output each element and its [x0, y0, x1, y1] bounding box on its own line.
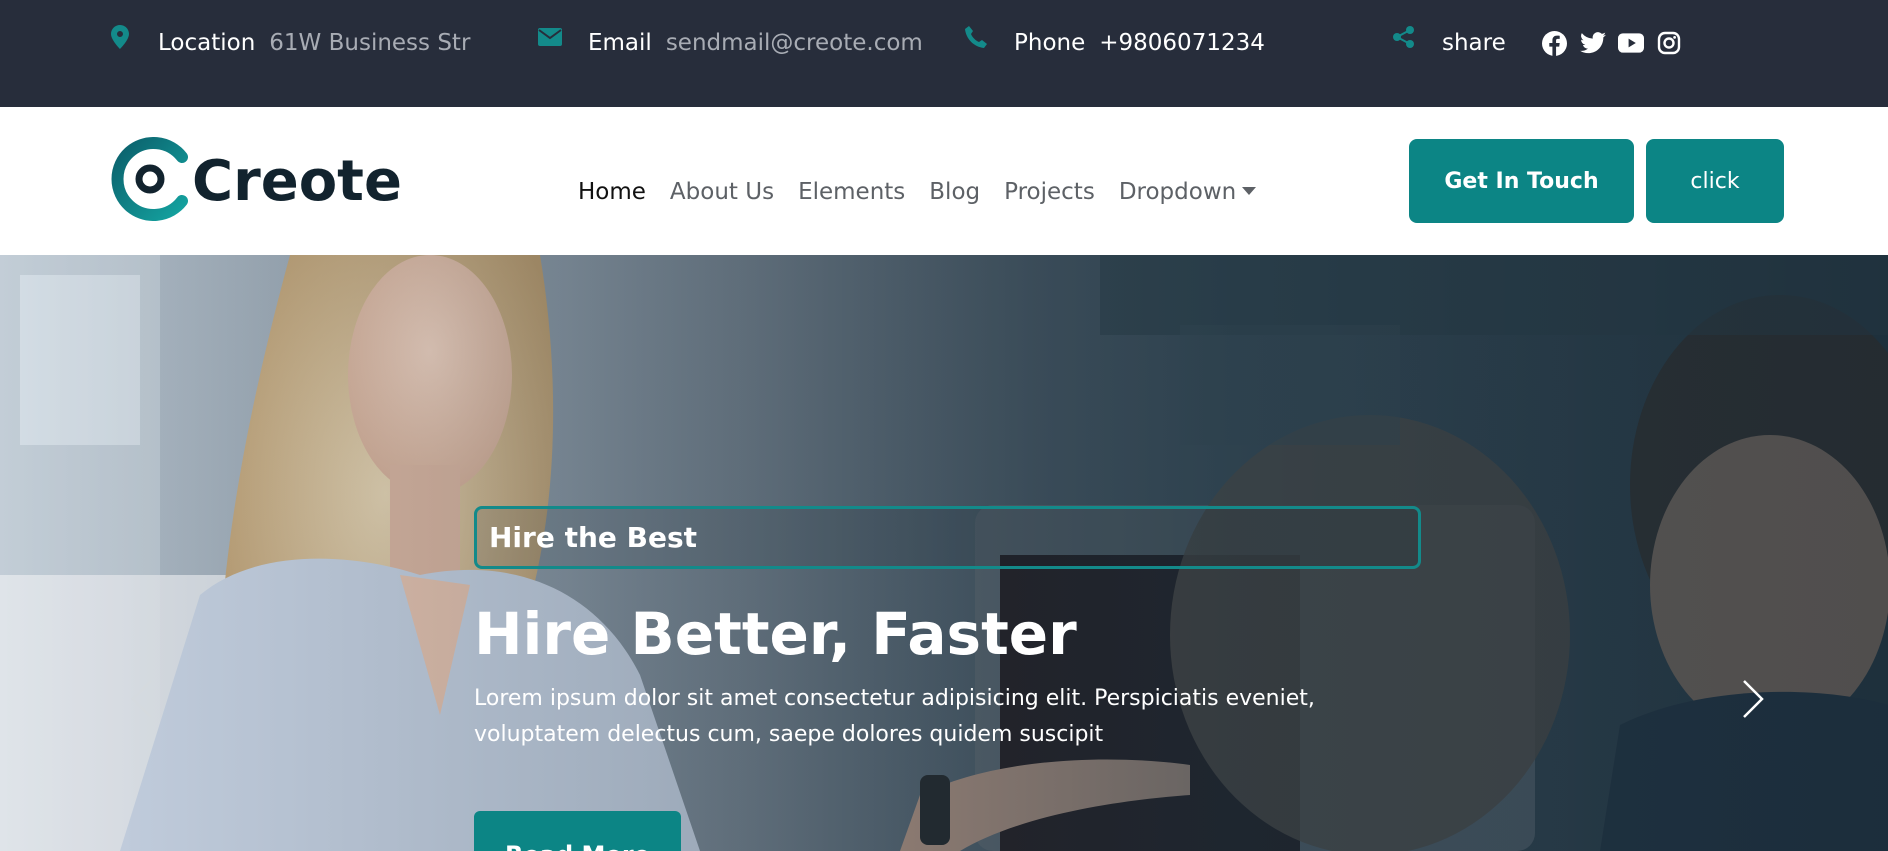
nav-dropdown-label: Dropdown: [1118, 179, 1237, 205]
phone-value[interactable]: +9806071234: [1099, 30, 1265, 56]
click-button[interactable]: click: [1646, 139, 1784, 223]
hero-slider: Hire the Best Hire Better, Faster Lorem …: [0, 255, 1888, 851]
facebook-icon[interactable]: [1542, 30, 1568, 56]
instagram-icon[interactable]: [1656, 30, 1682, 56]
hero-title: Hire Better, Faster: [474, 600, 1077, 668]
youtube-icon[interactable]: [1617, 30, 1644, 56]
slider-next-button[interactable]: [1733, 669, 1773, 729]
logo[interactable]: Creote: [110, 137, 402, 225]
slider-prev-button[interactable]: [122, 669, 162, 729]
read-more-button[interactable]: Read More: [474, 811, 681, 851]
chevron-left-icon: [131, 680, 152, 718]
site-header: Creote Home About Us Elements Blog Proje…: [0, 107, 1888, 255]
chevron-right-icon: [1743, 680, 1764, 718]
phone-label: Phone: [1014, 30, 1086, 56]
location-value: 61W Business Str: [269, 30, 471, 56]
phone-icon: [964, 25, 988, 49]
nav-item-blog[interactable]: Blog: [929, 179, 980, 205]
social-links: [1542, 30, 1682, 56]
email-label: Email: [588, 30, 652, 56]
logo-text: Creote: [192, 148, 402, 214]
envelope-icon: [538, 25, 562, 49]
email-info: Email sendmail@creote.com: [538, 24, 923, 62]
nav-item-about-us[interactable]: About Us: [670, 179, 774, 205]
location-label: Location: [158, 30, 256, 56]
hero-content: Hire the Best Hire Better, Faster Lorem …: [474, 506, 1424, 753]
hero-badge: Hire the Best: [474, 506, 1421, 569]
share-icon: [1392, 25, 1416, 49]
hero-description: Lorem ipsum dolor sit amet consectetur a…: [474, 686, 1315, 747]
nav-item-dropdown[interactable]: Dropdown: [1118, 179, 1257, 205]
email-value[interactable]: sendmail@creote.com: [666, 30, 923, 56]
nav-item-home[interactable]: Home: [578, 179, 646, 205]
top-info-bar: Location 61W Business Str Email sendmail…: [0, 0, 1888, 107]
nav-item-elements[interactable]: Elements: [798, 179, 905, 205]
logo-mark-icon: [110, 137, 188, 225]
twitter-icon[interactable]: [1579, 30, 1606, 56]
nav-item-projects[interactable]: Projects: [1004, 179, 1095, 205]
get-in-touch-button[interactable]: Get In Touch: [1409, 139, 1634, 223]
map-pin-icon: [108, 25, 132, 49]
share-label: share: [1442, 30, 1506, 56]
share-info: share: [1392, 24, 1682, 62]
caret-down-icon: [1242, 186, 1257, 195]
main-nav: Home About Us Elements Blog Projects Dro…: [578, 179, 1280, 205]
phone-info: Phone +9806071234: [964, 24, 1265, 62]
location-info: Location 61W Business Str: [108, 24, 470, 62]
